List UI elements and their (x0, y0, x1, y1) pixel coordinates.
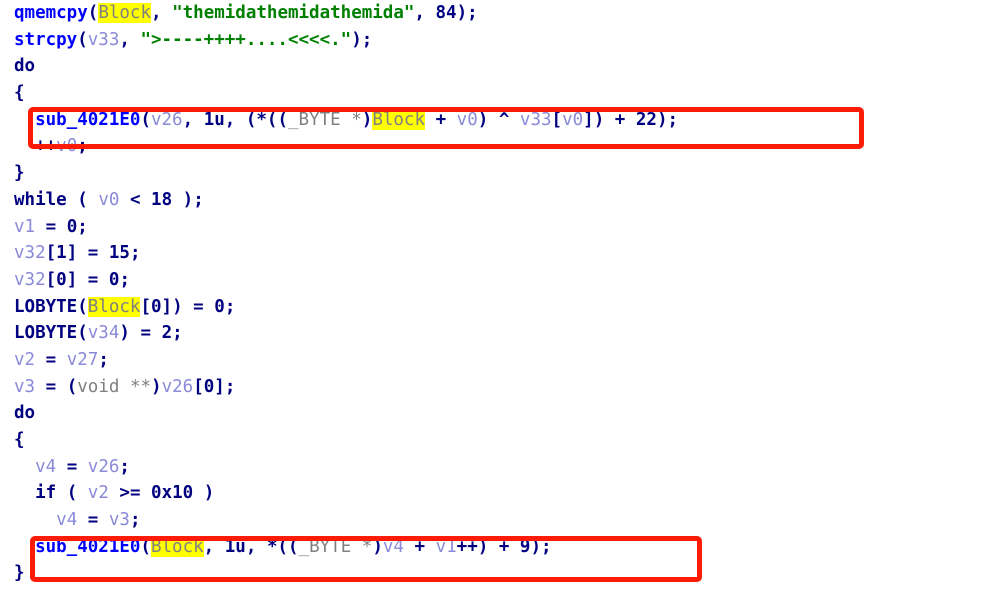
code-line-do-2[interactable]: do (0, 400, 984, 427)
code-line-lobyte-v34[interactable]: LOBYTE(v34) = 2; (0, 320, 984, 347)
code-line-qmemcpy[interactable]: qmemcpy(Block, "themidathemidathemida", … (0, 0, 984, 27)
code-line-increment-v0[interactable]: ++v0; (0, 133, 984, 160)
code-line-sub4021e0-xor[interactable]: sub_4021E0(v26, 1u, (*((_BYTE *)Block + … (0, 107, 984, 134)
code-line-v3-assign[interactable]: v3 = (void **)v26[0]; (0, 374, 984, 401)
code-line-while-1[interactable]: while ( v0 < 18 ); (0, 187, 984, 214)
code-line-v4-assign-v3[interactable]: v4 = v3; (0, 507, 984, 534)
code-line-open-brace-2[interactable]: { (0, 427, 984, 454)
code-line-close-brace-1[interactable]: } (0, 160, 984, 187)
code-line-if-v2[interactable]: if ( v2 >= 0x10 ) (0, 480, 984, 507)
code-line-v32-1-assign[interactable]: v32[1] = 15; (0, 240, 984, 267)
code-line-v32-0-assign[interactable]: v32[0] = 0; (0, 267, 984, 294)
code-line-v2-assign[interactable]: v2 = v27; (0, 347, 984, 374)
code-line-close-brace-2[interactable]: } (0, 560, 984, 587)
code-line-v4-assign-v26[interactable]: v4 = v26; (0, 454, 984, 481)
pseudocode-view[interactable]: ;qmemcpy(Block, "themidathemidathemida",… (0, 0, 984, 604)
code-line-sub4021e0-block[interactable]: sub_4021E0(Block, 1u, *((_BYTE *)v4 + v1… (0, 534, 984, 561)
code-line-open-brace-1[interactable]: { (0, 80, 984, 107)
code-line-strcpy[interactable]: strcpy(v33, ">----++++....<<<<."); (0, 27, 984, 54)
code-line-v1-assign[interactable]: v1 = 0; (0, 214, 984, 241)
pseudocode-text[interactable]: ;qmemcpy(Block, "themidathemidathemida",… (0, 0, 984, 604)
code-line-do-1[interactable]: do (0, 53, 984, 80)
code-line-lobyte-block[interactable]: LOBYTE(Block[0]) = 0; (0, 294, 984, 321)
